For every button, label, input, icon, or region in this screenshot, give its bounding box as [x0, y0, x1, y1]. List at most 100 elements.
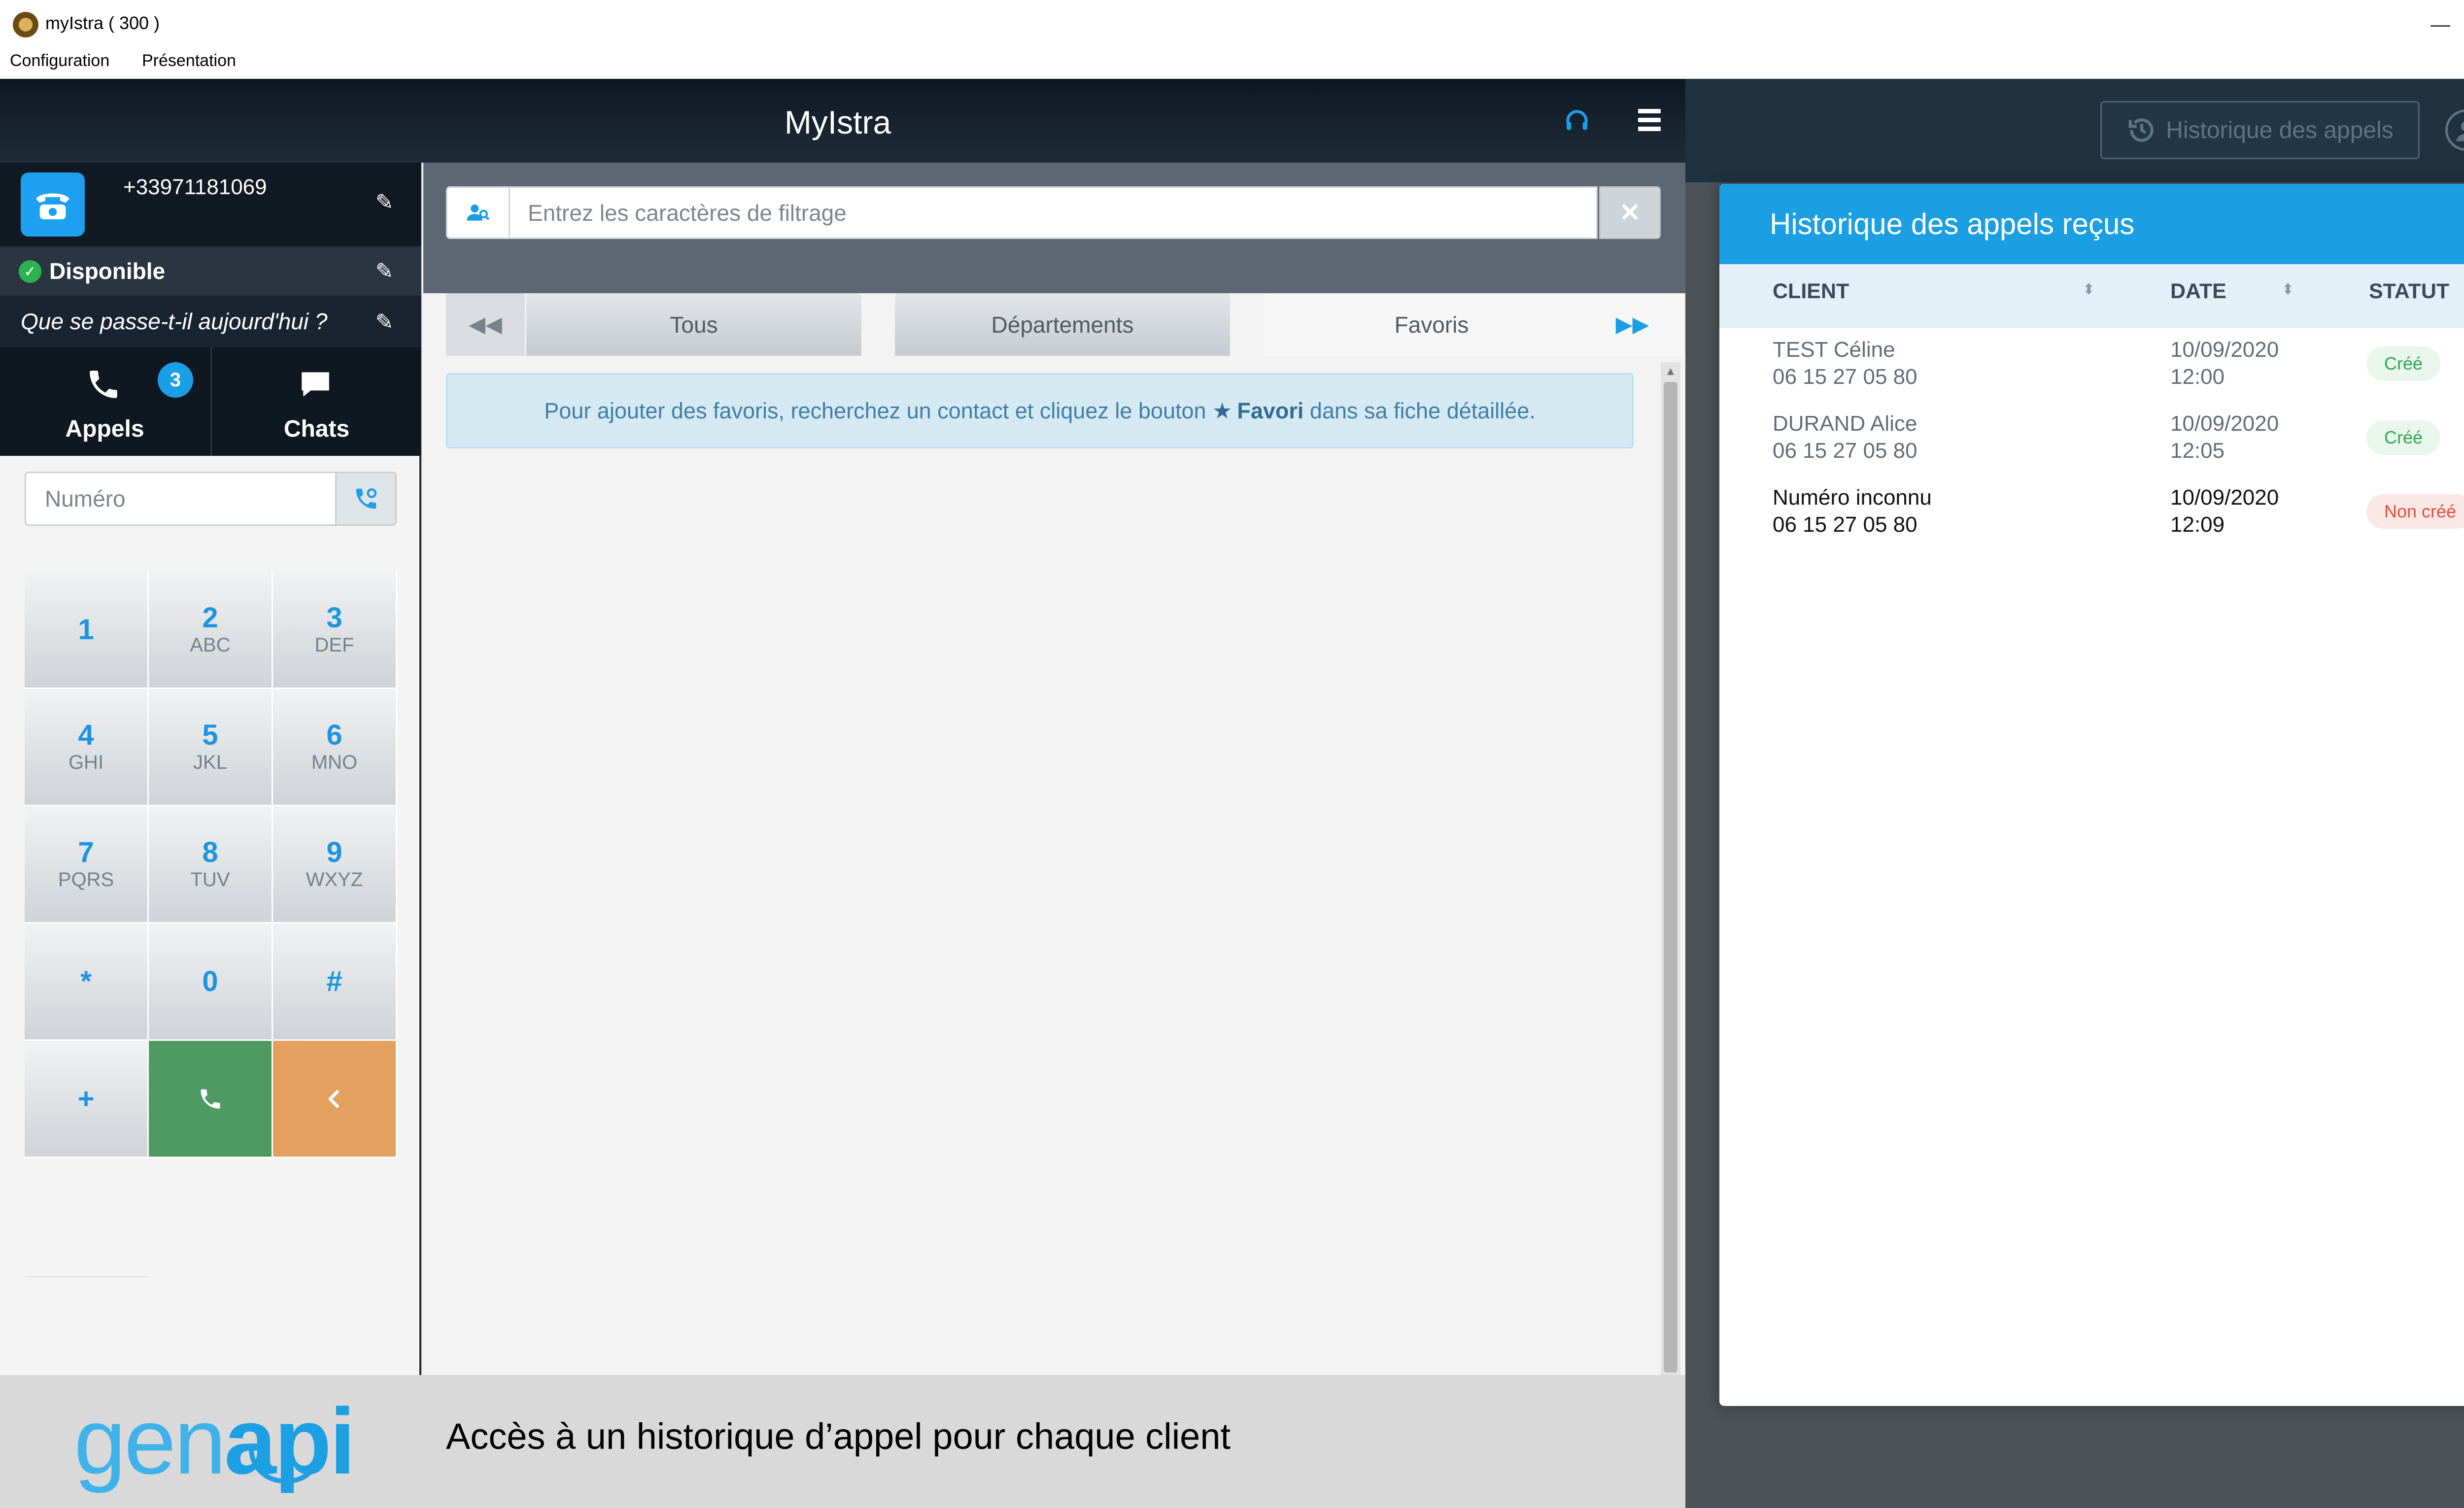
phone-icon[interactable]: [81, 365, 126, 404]
key-8[interactable]: 8 TUV: [149, 806, 273, 924]
key-digit: 6: [326, 719, 342, 751]
chevron-left-icon: [328, 1090, 339, 1108]
status-badge: Non créé: [2366, 494, 2464, 529]
row-client-name[interactable]: DURAND Alice: [1773, 411, 1917, 436]
tab-tous[interactable]: Tous: [526, 293, 861, 356]
number-input[interactable]: [25, 472, 335, 526]
row-client-phone: 06 15 27 05 80: [1773, 513, 1917, 537]
history-icon: [2128, 118, 2154, 142]
row-time: 12:00: [2170, 365, 2225, 389]
column-header-date[interactable]: DATE: [2170, 279, 2226, 304]
key-0[interactable]: 0: [149, 924, 273, 1041]
genapi-logo: gen api: [74, 1375, 356, 1508]
backspace-button[interactable]: [273, 1041, 397, 1158]
call-button[interactable]: [149, 1041, 273, 1158]
key-hash[interactable]: #: [273, 924, 397, 1041]
key-star[interactable]: *: [25, 924, 149, 1041]
row-client-phone: 06 15 27 05 80: [1773, 439, 1917, 463]
row-date: 10/09/2020: [2170, 485, 2279, 510]
sort-date-icon[interactable]: ⬍: [2282, 281, 2294, 298]
key-1[interactable]: 1: [25, 572, 149, 689]
app-logo-icon: [13, 12, 38, 37]
scrollbar-thumb[interactable]: [1664, 382, 1677, 1372]
call-history-button[interactable]: Historique des appels: [2100, 101, 2420, 159]
key-digit: 2: [202, 601, 218, 634]
filter-input[interactable]: [509, 186, 1598, 239]
tab-favoris[interactable]: Favoris: [1264, 293, 1599, 356]
call-number-icon[interactable]: [335, 472, 397, 526]
nav-tab-divider: [210, 347, 212, 456]
banner-tagline: Accès à un historique d’appel pour chaqu…: [446, 1416, 1231, 1457]
left-divider: [25, 1276, 148, 1277]
key-digit: +: [77, 1082, 95, 1115]
menu-bar: [0, 47, 2464, 79]
key-digit: 4: [78, 719, 94, 751]
app-title: MyIstra: [784, 104, 891, 140]
edit-number-pencil-icon[interactable]: ✎: [372, 190, 397, 214]
clear-filter-button[interactable]: ✕: [1599, 186, 1661, 239]
info-text-before: Pour ajouter des favoris, recherchez un …: [544, 398, 1213, 423]
headset-icon[interactable]: [1562, 106, 1592, 136]
chat-bubble-icon[interactable]: [293, 365, 338, 404]
key-2[interactable]: 2 ABC: [149, 572, 273, 689]
info-favori-label: Favori: [1237, 398, 1304, 423]
key-7[interactable]: 7 PQRS: [25, 806, 149, 924]
key-letters: WXYZ: [306, 869, 363, 891]
hamburger-menu-icon[interactable]: [1635, 106, 1665, 136]
edit-status-pencil-icon[interactable]: ✎: [372, 259, 397, 283]
key-digit: 9: [326, 836, 342, 868]
column-header-statut[interactable]: STATUT: [2369, 279, 2449, 304]
phone-call-icon: [201, 1089, 220, 1108]
tabs-scroll-right-icon[interactable]: ▶▶: [1579, 293, 1685, 356]
row-time: 12:09: [2170, 513, 2225, 537]
tabs-scroll-left-icon[interactable]: ◀◀: [446, 293, 525, 356]
contact-search-icon[interactable]: [446, 186, 509, 239]
key-letters: JKL: [193, 752, 227, 774]
key-letters: TUV: [190, 869, 230, 891]
key-letters: GHI: [68, 752, 104, 774]
tab-chats[interactable]: Chats: [261, 415, 372, 443]
close-modal-button[interactable]: ✕: [2462, 207, 2464, 241]
row-time: 12:05: [2170, 439, 2225, 463]
menu-configuration[interactable]: Configuration: [10, 51, 109, 70]
minimize-glyph: [2426, 10, 2464, 39]
row-date: 10/09/2020: [2170, 338, 2279, 362]
window-title-bar: [0, 0, 2464, 47]
desk-phone-icon: [21, 172, 85, 237]
logo-part-gen: gen: [74, 1389, 226, 1494]
row-client-name[interactable]: Numéro inconnu: [1773, 485, 1932, 510]
scroll-up-arrow-icon[interactable]: ▲: [1664, 365, 1677, 378]
key-letters: DEF: [314, 634, 354, 656]
sort-client-icon[interactable]: ⬍: [2083, 281, 2095, 298]
key-plus[interactable]: +: [25, 1041, 149, 1158]
key-9[interactable]: 9 WXYZ: [273, 806, 397, 924]
info-text-after: dans sa fiche détaillée.: [1303, 398, 1536, 423]
key-5[interactable]: 5 JKL: [149, 689, 273, 806]
column-header-client[interactable]: CLIENT: [1773, 279, 1849, 304]
status-badge: Créé: [2366, 420, 2441, 455]
check-status-icon: ✓: [19, 260, 41, 283]
key-digit: 1: [78, 613, 94, 646]
window-title: myIstra ( 300 ): [45, 13, 160, 33]
star-icon: ★: [1212, 398, 1232, 423]
tab-departements[interactable]: Départements: [895, 293, 1230, 356]
status-badge: Créé: [2366, 346, 2441, 381]
appels-count-badge: 3: [158, 362, 193, 398]
edit-mood-pencil-icon[interactable]: ✎: [372, 309, 397, 334]
key-digit: #: [326, 965, 342, 997]
key-letters: MNO: [311, 752, 358, 774]
menu-presentation[interactable]: Présentation: [142, 51, 236, 70]
row-date: 10/09/2020: [2170, 411, 2279, 436]
key-digit: 8: [202, 836, 218, 868]
key-letters: PQRS: [58, 869, 114, 891]
line-number: +33971181069: [123, 175, 267, 199]
key-digit: 7: [78, 836, 94, 868]
modal-title: Historique des appels reçus: [1770, 207, 2135, 240]
key-4[interactable]: 4 GHI: [25, 689, 149, 806]
key-6[interactable]: 6 MNO: [273, 689, 397, 806]
key-digit: 3: [326, 601, 342, 634]
key-3[interactable]: 3 DEF: [273, 572, 397, 689]
tab-appels[interactable]: Appels: [49, 415, 160, 443]
row-client-name[interactable]: TEST Céline: [1773, 338, 1895, 362]
key-letters: ABC: [190, 634, 231, 656]
